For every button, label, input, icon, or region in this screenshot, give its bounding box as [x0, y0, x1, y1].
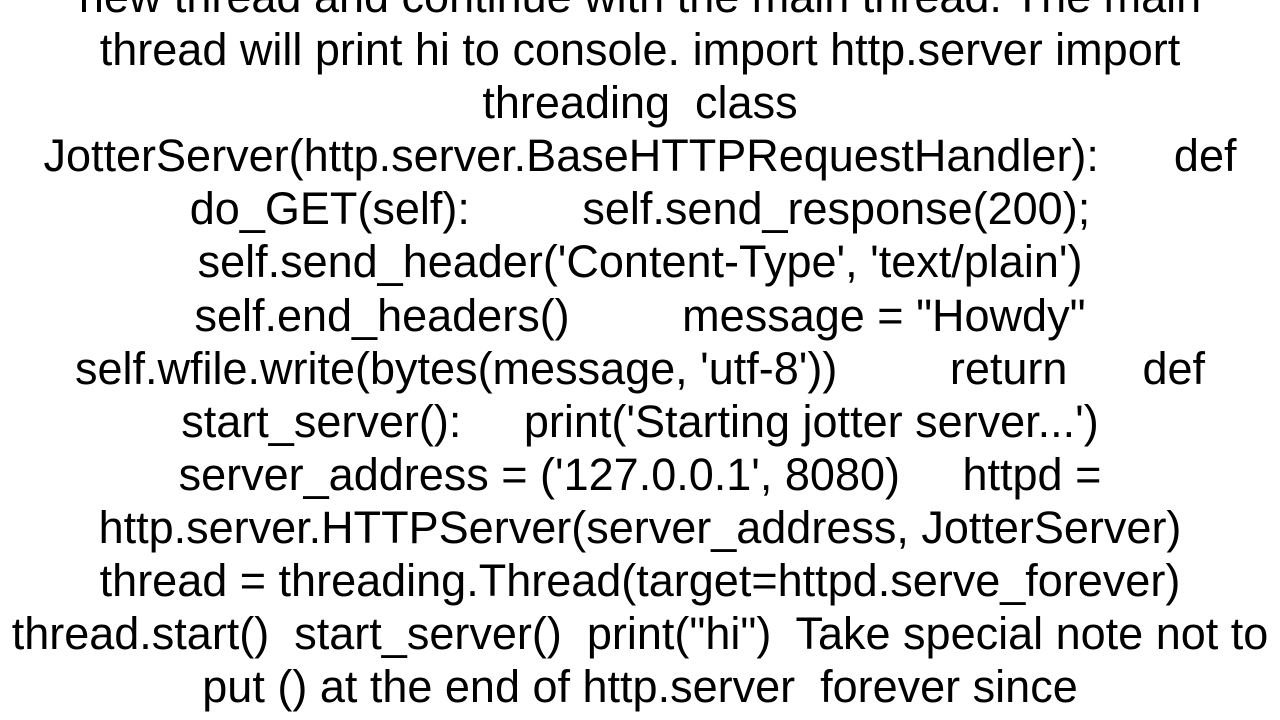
document-page: new thread and continue with the main th… [0, 0, 1280, 720]
body-text: new thread and continue with the main th… [10, 0, 1270, 713]
